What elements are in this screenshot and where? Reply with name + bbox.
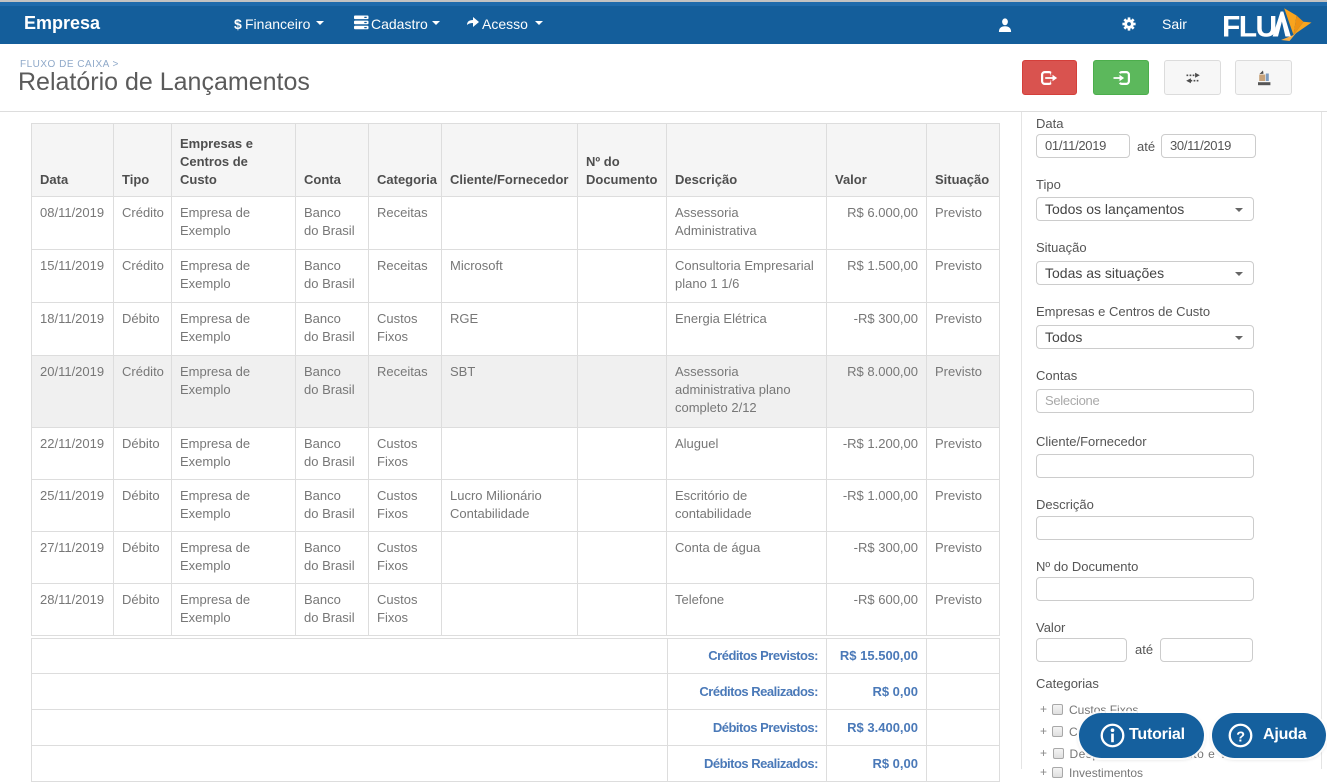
svg-text:?: ? xyxy=(1236,729,1245,745)
svg-text:FLU: FLU xyxy=(1222,11,1276,43)
